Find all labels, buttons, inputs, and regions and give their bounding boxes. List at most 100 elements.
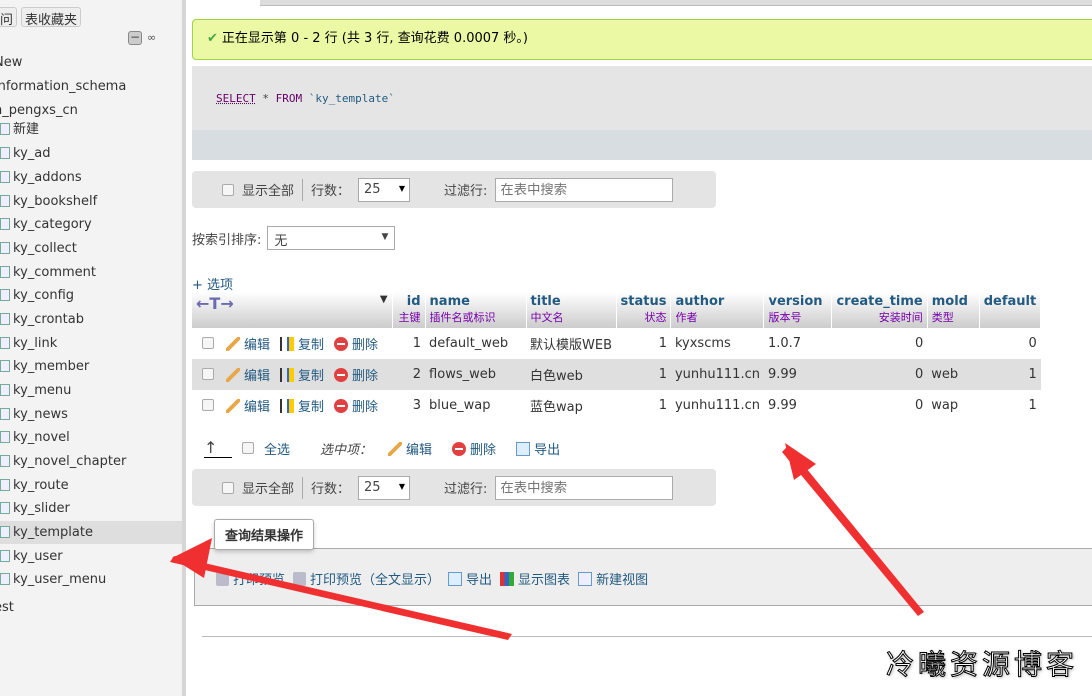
row-checkbox[interactable] <box>202 337 214 349</box>
pencil-icon <box>226 399 240 413</box>
cell-create_time[interactable]: 0 <box>832 328 927 359</box>
cell-title[interactable]: 默认模版WEB <box>526 328 616 359</box>
copy-button[interactable]: 复制 <box>280 399 324 415</box>
show-all-checkbox-bottom[interactable] <box>222 481 234 494</box>
create-view-link[interactable]: 新建视图 <box>578 569 648 588</box>
edit-button[interactable]: 编辑 <box>226 399 270 415</box>
column-header-status[interactable]: status 状态 <box>616 292 672 328</box>
query-results-operations-title: 查询结果操作 <box>214 519 315 550</box>
delete-button[interactable]: 删除 <box>334 337 378 353</box>
sidebar-item[interactable]: ky_config <box>0 284 182 307</box>
cell-status[interactable]: 1 <box>616 328 671 359</box>
sidebar-item[interactable]: ky_ad <box>0 142 182 165</box>
cell-title[interactable]: 白色web <box>526 359 617 390</box>
column-header-mold[interactable]: mold 类型 <box>927 292 980 328</box>
sidebar-item[interactable]: ky_news <box>0 403 182 426</box>
copy-button[interactable]: 复制 <box>280 368 324 384</box>
row-checkbox[interactable] <box>202 399 214 411</box>
show-all-checkbox[interactable] <box>222 183 234 196</box>
cell-create_time[interactable]: 0 <box>832 390 927 421</box>
cell-default[interactable]: 1 <box>979 359 1041 390</box>
link-icon[interactable]: ∞ <box>147 31 156 44</box>
sidebar-item[interactable]: ky_comment <box>0 261 182 284</box>
column-header-version[interactable]: version 版本号 <box>763 292 833 328</box>
sidebar-item[interactable]: ky_user <box>0 545 182 568</box>
favorites-button[interactable]: 表收藏夹 <box>21 7 82 28</box>
cell-default[interactable]: 1 <box>979 390 1040 421</box>
filter-input[interactable] <box>495 177 674 202</box>
sidebar-item[interactable]: ky_menu <box>0 379 182 402</box>
recent-button[interactable]: 问 <box>0 7 18 28</box>
cell-name[interactable]: blue_wap <box>425 390 526 421</box>
sidebar-item[interactable]: ky_route <box>0 474 182 497</box>
column-header-name[interactable]: name 插件名或标识 <box>425 292 527 328</box>
sidebar-item[interactable]: ky_collect <box>0 237 182 260</box>
column-header-default[interactable]: default <box>979 292 1042 328</box>
cell-author[interactable]: yunhu111.cn <box>671 390 764 421</box>
copy-button[interactable]: 复制 <box>280 337 324 353</box>
sql-select[interactable]: SELECT <box>216 92 256 105</box>
cell-id[interactable]: 1 <box>392 328 425 359</box>
cell-status[interactable]: 1 <box>616 390 671 421</box>
column-header-author[interactable]: author 作者 <box>670 292 765 328</box>
cell-mold[interactable] <box>927 328 979 359</box>
print-preview-link[interactable]: 打印预览 <box>216 569 285 588</box>
bulk-edit-button[interactable]: 编辑 <box>388 439 432 458</box>
pencil-icon <box>226 368 240 382</box>
export-link[interactable]: 导出 <box>448 569 492 588</box>
top-tabs[interactable] <box>260 0 1092 6</box>
cell-author[interactable]: yunhu111.cn <box>670 359 764 390</box>
rows-select-bottom[interactable]: 25 <box>358 475 411 500</box>
cell-mold[interactable]: wap <box>927 390 979 421</box>
cell-version[interactable]: 1.0.7 <box>764 328 832 359</box>
sidebar-item[interactable]: ky_novel_chapter <box>0 450 182 473</box>
sidebar-item[interactable]: ky_slider <box>0 497 182 520</box>
cell-create_time[interactable]: 0 <box>831 359 928 390</box>
sidebar-item[interactable]: est <box>0 596 176 619</box>
display-chart-link[interactable]: 显示图表 <box>500 569 570 588</box>
column-resize-handle[interactable]: ←T→ ▼ <box>192 292 393 328</box>
column-header-create_time[interactable]: create_time 安装时间 <box>831 292 928 328</box>
delete-button[interactable]: 删除 <box>334 368 378 384</box>
sidebar-item[interactable]: ky_template <box>0 521 182 544</box>
options-link[interactable]: + 选项 <box>192 274 233 293</box>
cell-name[interactable]: flows_web <box>425 359 527 390</box>
bulk-delete-button[interactable]: 删除 <box>452 439 496 458</box>
sidebar-item[interactable]: information_schema <box>0 75 176 98</box>
cell-name[interactable]: default_web <box>425 328 526 359</box>
cell-title[interactable]: 蓝色wap <box>526 390 616 421</box>
cell-mold[interactable]: web <box>927 359 980 390</box>
cell-id[interactable]: 3 <box>392 390 425 421</box>
sidebar-item[interactable]: New <box>0 51 176 74</box>
rows-select[interactable]: 25 <box>358 177 411 202</box>
delete-button[interactable]: 删除 <box>334 399 378 415</box>
sidebar-item[interactable]: ky_crontab <box>0 308 182 331</box>
cell-version[interactable]: 9.99 <box>763 359 832 390</box>
edit-button[interactable]: 编辑 <box>226 337 270 353</box>
edit-button[interactable]: 编辑 <box>226 368 270 384</box>
collapse-all-icon[interactable]: − <box>128 31 142 45</box>
cell-id[interactable]: 2 <box>392 359 426 390</box>
column-header-id[interactable]: id 主键 <box>392 292 426 328</box>
bulk-export-button[interactable]: 导出 <box>516 439 560 458</box>
sort-select[interactable]: 无 ▼ <box>267 226 396 250</box>
delete-icon <box>452 441 467 456</box>
filter-input-bottom[interactable] <box>495 475 674 500</box>
cell-default[interactable]: 0 <box>979 328 1040 359</box>
select-all-checkbox[interactable] <box>242 442 254 454</box>
sidebar-item[interactable]: ky_user_menu <box>0 568 182 591</box>
sidebar-item[interactable]: ky_addons <box>0 166 182 189</box>
cell-version[interactable]: 9.99 <box>764 390 832 421</box>
sidebar-item[interactable]: ky_member <box>0 355 182 378</box>
sidebar-item[interactable]: ky_category <box>0 213 182 236</box>
sidebar-item[interactable]: ky_novel <box>0 426 182 449</box>
column-header-title[interactable]: title 中文名 <box>526 292 617 328</box>
sidebar-item[interactable]: ky_link <box>0 332 182 355</box>
cell-author[interactable]: kyxscms <box>671 328 764 359</box>
cell-status[interactable]: 1 <box>616 359 671 390</box>
sidebar-item[interactable]: ky_bookshelf <box>0 190 182 213</box>
print-preview-full-link[interactable]: 打印预览（全文显示） <box>293 569 440 588</box>
pencil-icon <box>226 337 240 351</box>
sidebar-item[interactable]: 新建 <box>0 118 182 141</box>
row-checkbox[interactable] <box>202 368 214 380</box>
